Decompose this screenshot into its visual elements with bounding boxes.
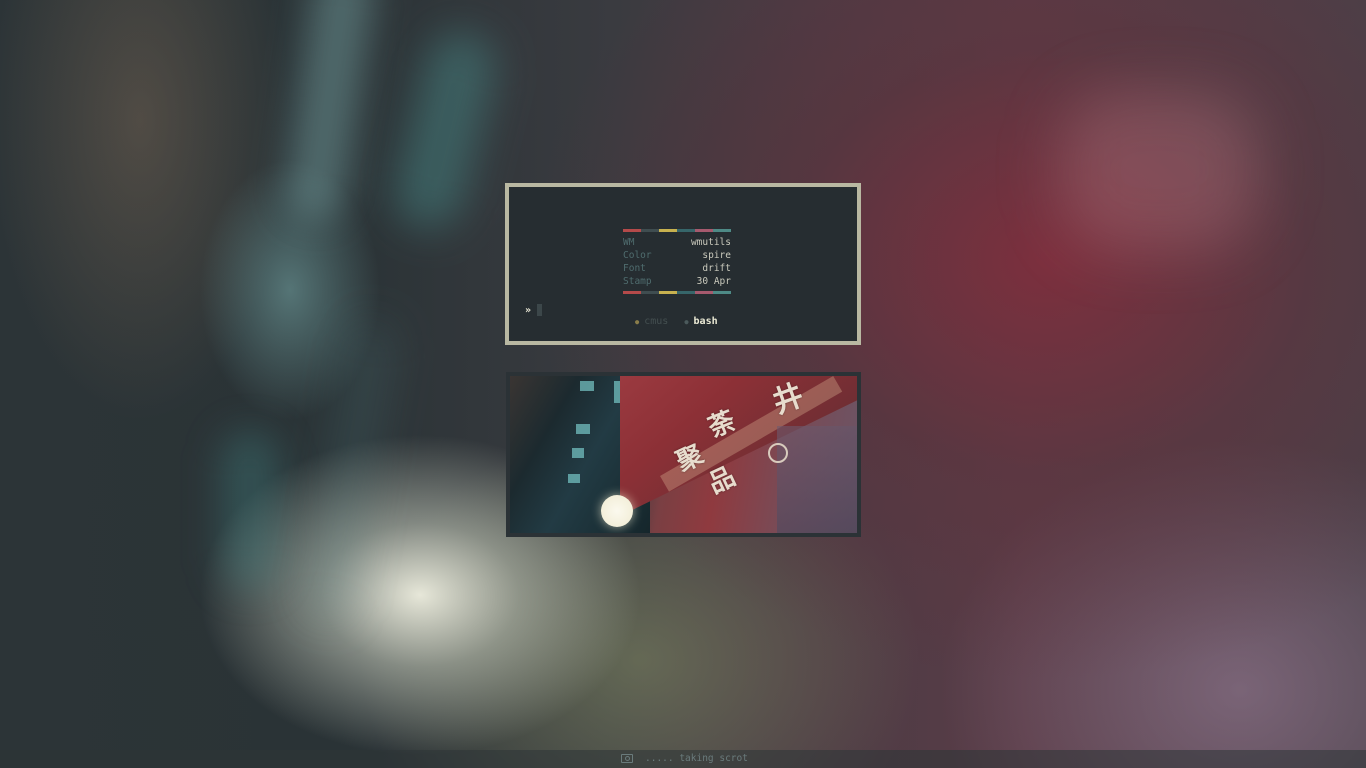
palette-swatch	[659, 291, 677, 294]
info-row-stamp: Stamp 30 Apr	[623, 275, 731, 288]
palette-swatch	[623, 291, 641, 294]
palette-swatch	[677, 291, 695, 294]
status-text: ..... taking scrot	[645, 753, 748, 764]
info-value: wmutils	[690, 237, 731, 248]
camera-icon	[621, 754, 633, 763]
tab-label: bash	[693, 316, 718, 327]
palette-swatch	[677, 229, 695, 232]
system-info-panel: WM wmutils Color spire Font drift Stamp …	[623, 229, 731, 294]
info-key: Color	[623, 250, 652, 261]
tab-label: cmus	[644, 316, 669, 327]
palette-swatch	[713, 291, 731, 294]
palette-swatch	[695, 229, 713, 232]
tab-dot-icon: ●	[635, 318, 640, 326]
palette-swatch	[641, 291, 659, 294]
emblem-icon	[768, 443, 788, 463]
street-photo: 井 荼 聚 品	[510, 376, 857, 533]
palette-swatch	[695, 291, 713, 294]
info-key: Font	[623, 263, 646, 274]
palette-swatch	[713, 229, 731, 232]
prompt-symbol: »	[525, 304, 532, 316]
tab-dot-icon: ●	[684, 318, 689, 326]
image-viewer-window[interactable]: 井 荼 聚 品	[506, 372, 861, 537]
palette-swatch	[641, 229, 659, 232]
info-row-color: Color spire	[623, 249, 731, 262]
info-value: 30 Apr	[696, 276, 731, 287]
color-palette-bar-top	[623, 229, 731, 232]
palette-swatch	[659, 229, 677, 232]
status-bar: ..... taking scrot	[0, 750, 1366, 768]
color-palette-bar-bottom	[623, 291, 731, 294]
info-key: Stamp	[623, 276, 652, 287]
terminal-window[interactable]: WM wmutils Color spire Font drift Stamp …	[505, 183, 861, 345]
tab-cmus[interactable]: ● cmus	[635, 316, 668, 328]
palette-swatch	[623, 229, 641, 232]
terminal-tabs: ● cmus ● bash	[635, 316, 718, 328]
info-row-wm: WM wmutils	[623, 236, 731, 249]
info-value: drift	[702, 263, 731, 274]
tab-bash[interactable]: ● bash	[684, 316, 717, 328]
text-cursor[interactable]	[537, 304, 543, 316]
info-key: WM	[623, 237, 635, 248]
lamp	[601, 495, 633, 527]
info-value: spire	[702, 250, 731, 261]
shell-prompt[interactable]: »	[525, 304, 543, 316]
info-row-font: Font drift	[623, 262, 731, 275]
